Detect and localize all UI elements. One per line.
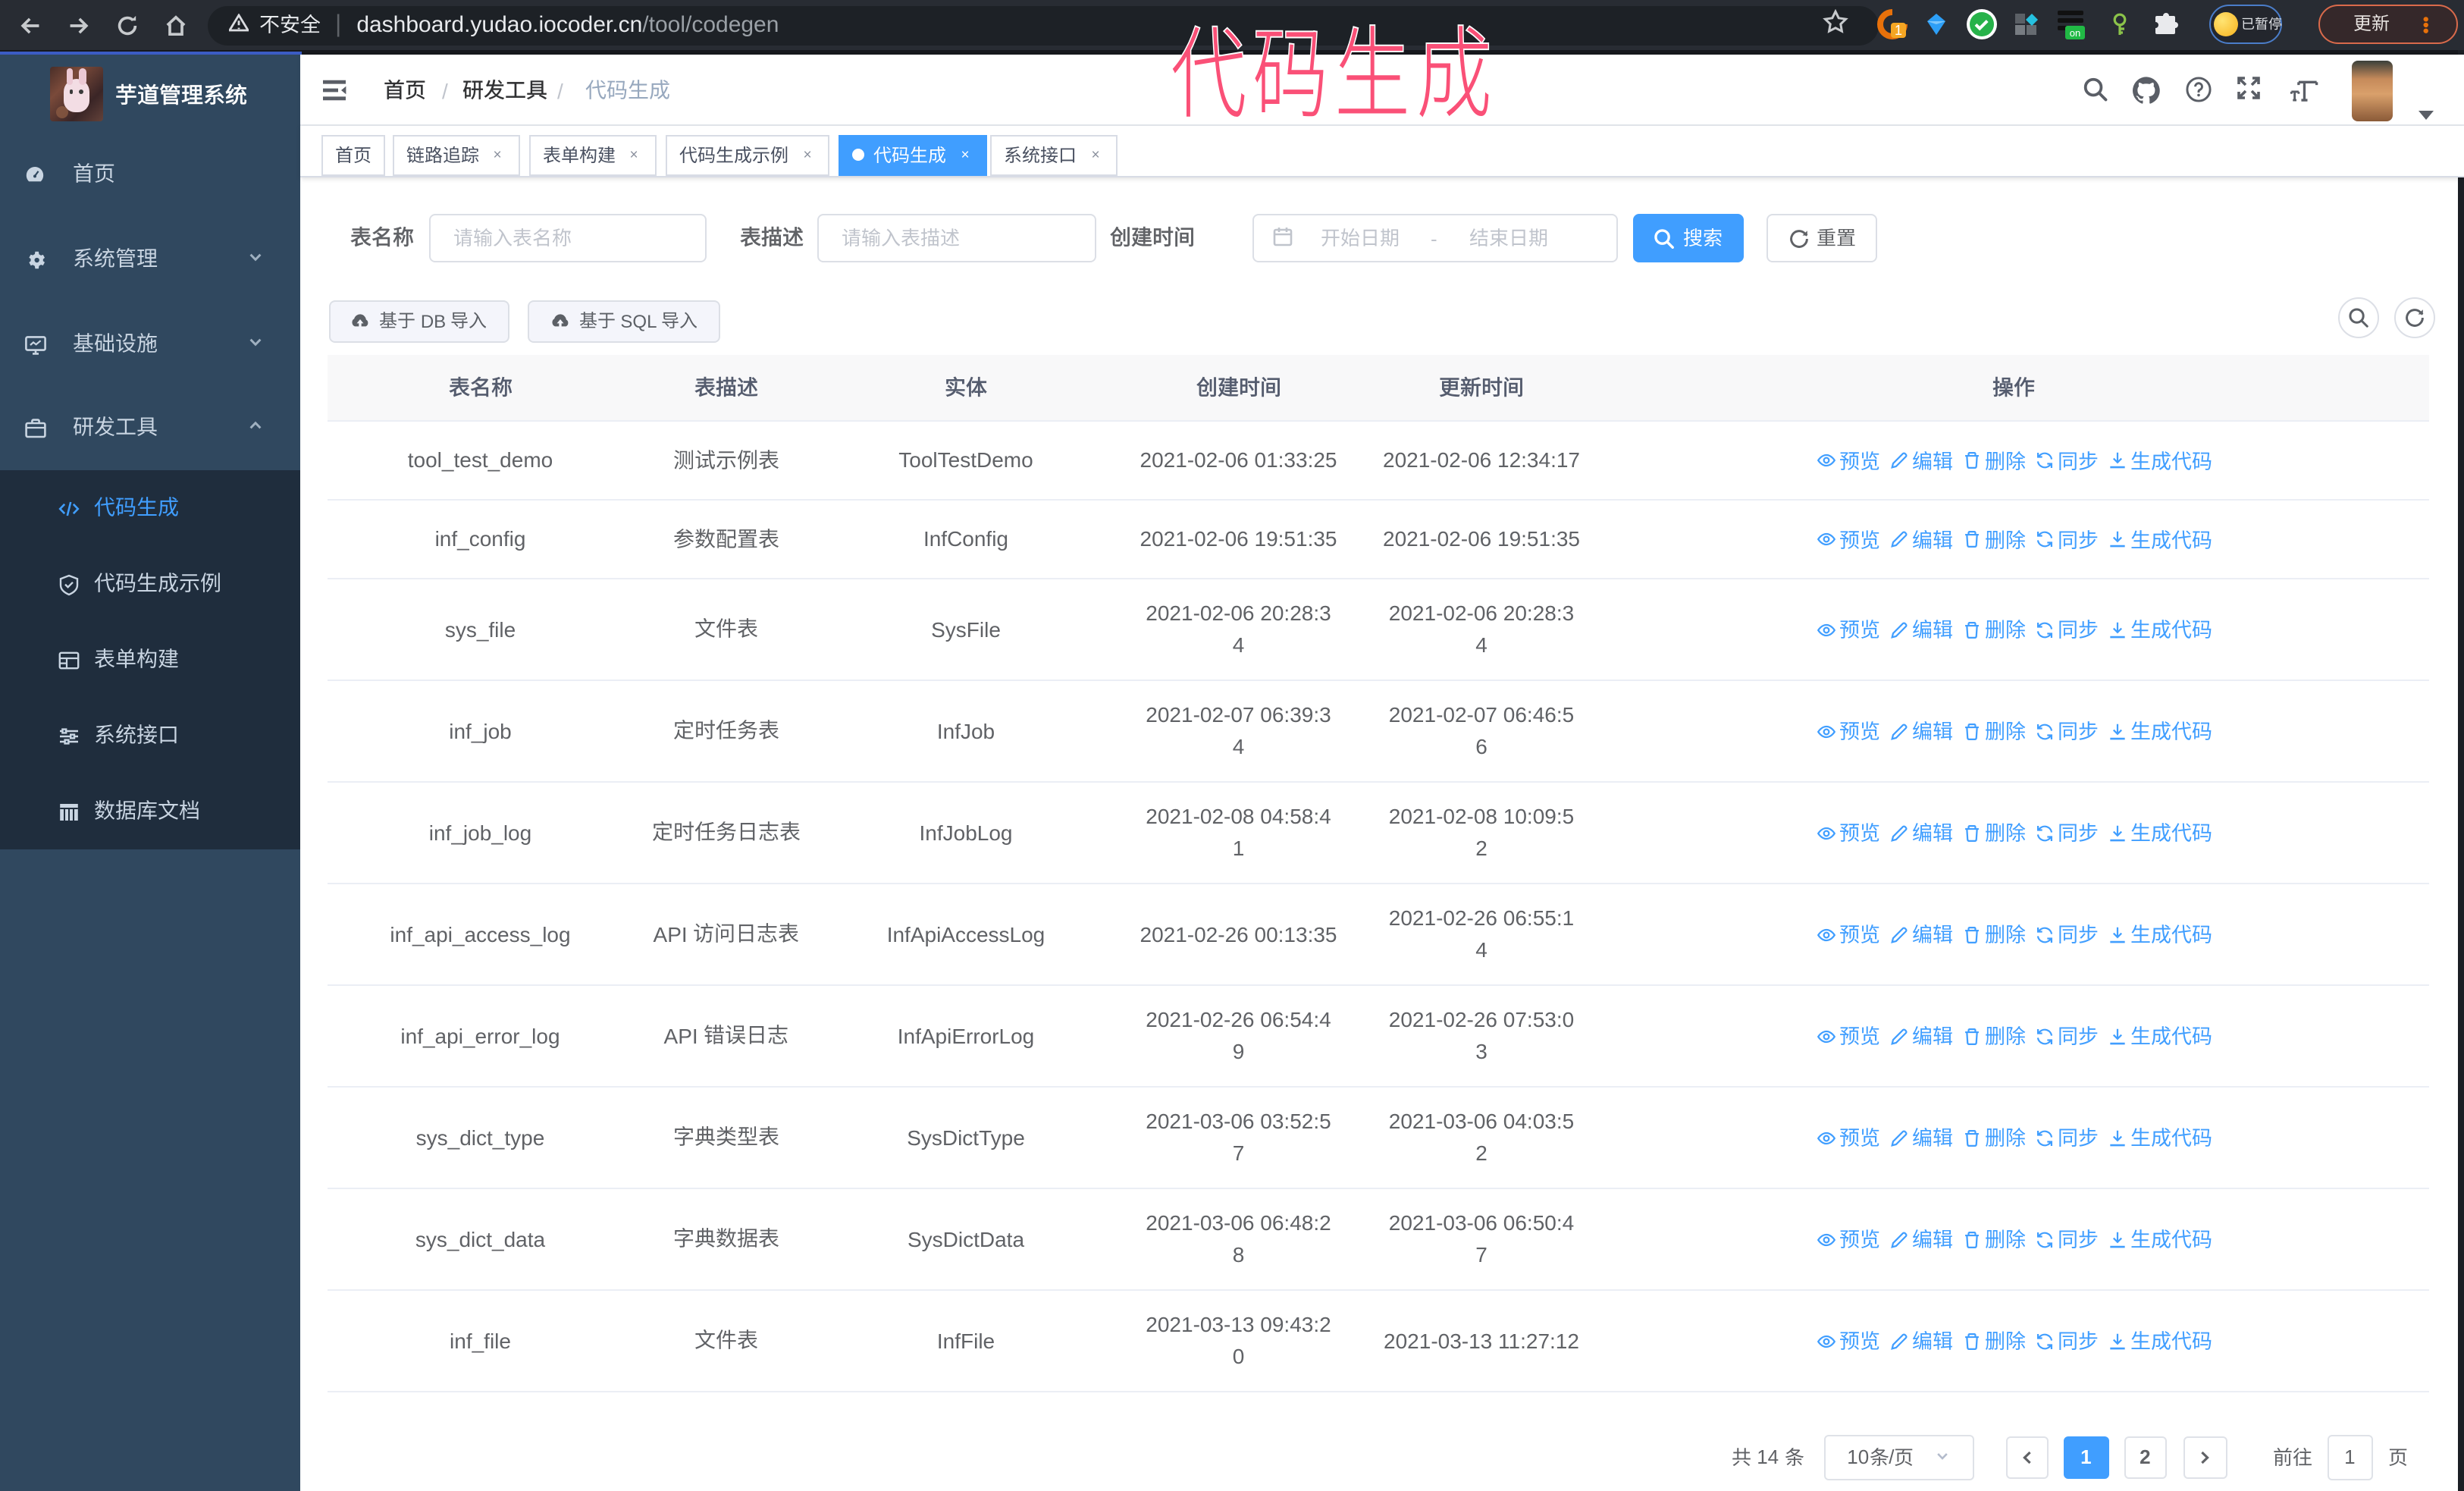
- svg-text:on: on: [2070, 27, 2080, 39]
- svg-text:1: 1: [1895, 23, 1902, 38]
